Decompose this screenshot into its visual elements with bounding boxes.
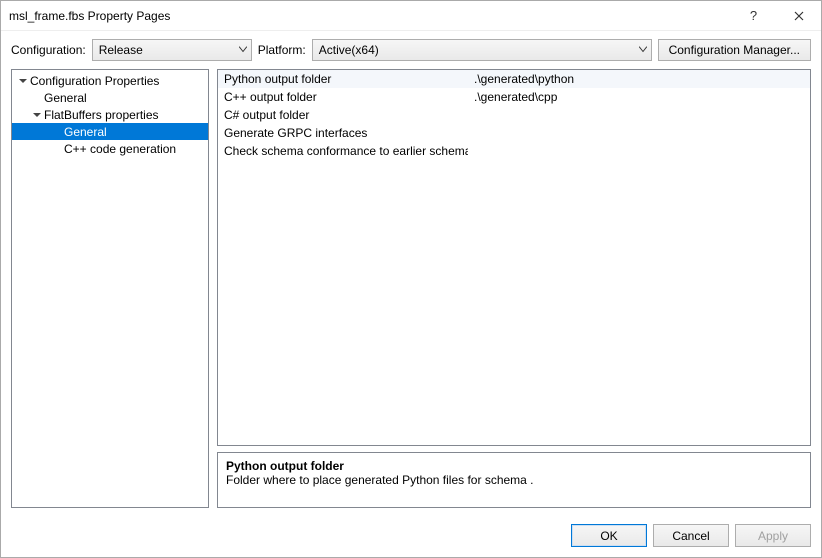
close-button[interactable] bbox=[776, 1, 821, 31]
ok-button[interactable]: OK bbox=[571, 524, 647, 547]
property-row[interactable]: Python output folder.\generated\python bbox=[218, 70, 810, 88]
right-column: Python output folder.\generated\pythonC+… bbox=[217, 69, 811, 508]
description-title: Python output folder bbox=[226, 459, 802, 473]
configuration-value: Release bbox=[99, 43, 143, 57]
property-value[interactable]: .\generated\cpp bbox=[468, 88, 810, 106]
property-value[interactable] bbox=[468, 124, 810, 142]
configuration-combo[interactable]: Release bbox=[92, 39, 252, 61]
dialog-footer: OK Cancel Apply bbox=[1, 516, 821, 557]
property-value[interactable]: .\generated\python bbox=[468, 70, 810, 88]
tree-item-cpp-codegen[interactable]: C++ code generation bbox=[12, 140, 208, 157]
tree-item-general[interactable]: General bbox=[12, 123, 208, 140]
property-row[interactable]: Generate GRPC interfaces bbox=[218, 124, 810, 142]
property-name: C# output folder bbox=[218, 106, 468, 124]
cancel-button[interactable]: Cancel bbox=[653, 524, 729, 547]
titlebar: msl_frame.fbs Property Pages ? bbox=[1, 1, 821, 31]
description-panel: Python output folder Folder where to pla… bbox=[217, 452, 811, 508]
help-button[interactable]: ? bbox=[731, 1, 776, 31]
configuration-manager-button[interactable]: Configuration Manager... bbox=[658, 39, 811, 61]
window-title: msl_frame.fbs Property Pages bbox=[9, 9, 731, 23]
chevron-down-icon bbox=[639, 45, 647, 56]
property-name: Python output folder bbox=[218, 70, 468, 88]
collapse-icon[interactable] bbox=[30, 110, 44, 120]
description-body: Folder where to place generated Python f… bbox=[226, 473, 802, 487]
property-value[interactable] bbox=[468, 106, 810, 124]
platform-label: Platform: bbox=[258, 43, 306, 57]
property-row[interactable]: Check schema conformance to earlier sche… bbox=[218, 142, 810, 160]
configuration-label: Configuration: bbox=[11, 43, 86, 57]
property-row[interactable]: C# output folder bbox=[218, 106, 810, 124]
nav-tree[interactable]: Configuration Properties General FlatBuf… bbox=[11, 69, 209, 508]
dialog-body: Configuration Properties General FlatBuf… bbox=[1, 69, 821, 516]
property-pages-window: msl_frame.fbs Property Pages ? Configura… bbox=[0, 0, 822, 558]
platform-combo[interactable]: Active(x64) bbox=[312, 39, 652, 61]
tree-item-flatbuffers[interactable]: FlatBuffers properties bbox=[12, 106, 208, 123]
apply-button[interactable]: Apply bbox=[735, 524, 811, 547]
property-grid[interactable]: Python output folder.\generated\pythonC+… bbox=[217, 69, 811, 446]
tree-root[interactable]: Configuration Properties bbox=[12, 72, 208, 89]
close-icon bbox=[794, 11, 804, 21]
property-name: Generate GRPC interfaces bbox=[218, 124, 468, 142]
tree-item-general-top[interactable]: General bbox=[12, 89, 208, 106]
config-toolbar: Configuration: Release Platform: Active(… bbox=[1, 31, 821, 69]
property-name: C++ output folder bbox=[218, 88, 468, 106]
chevron-down-icon bbox=[239, 45, 247, 56]
collapse-icon[interactable] bbox=[16, 76, 30, 86]
property-row[interactable]: C++ output folder.\generated\cpp bbox=[218, 88, 810, 106]
property-value[interactable] bbox=[468, 142, 810, 160]
platform-value: Active(x64) bbox=[319, 43, 379, 57]
property-name: Check schema conformance to earlier sche… bbox=[218, 142, 468, 160]
